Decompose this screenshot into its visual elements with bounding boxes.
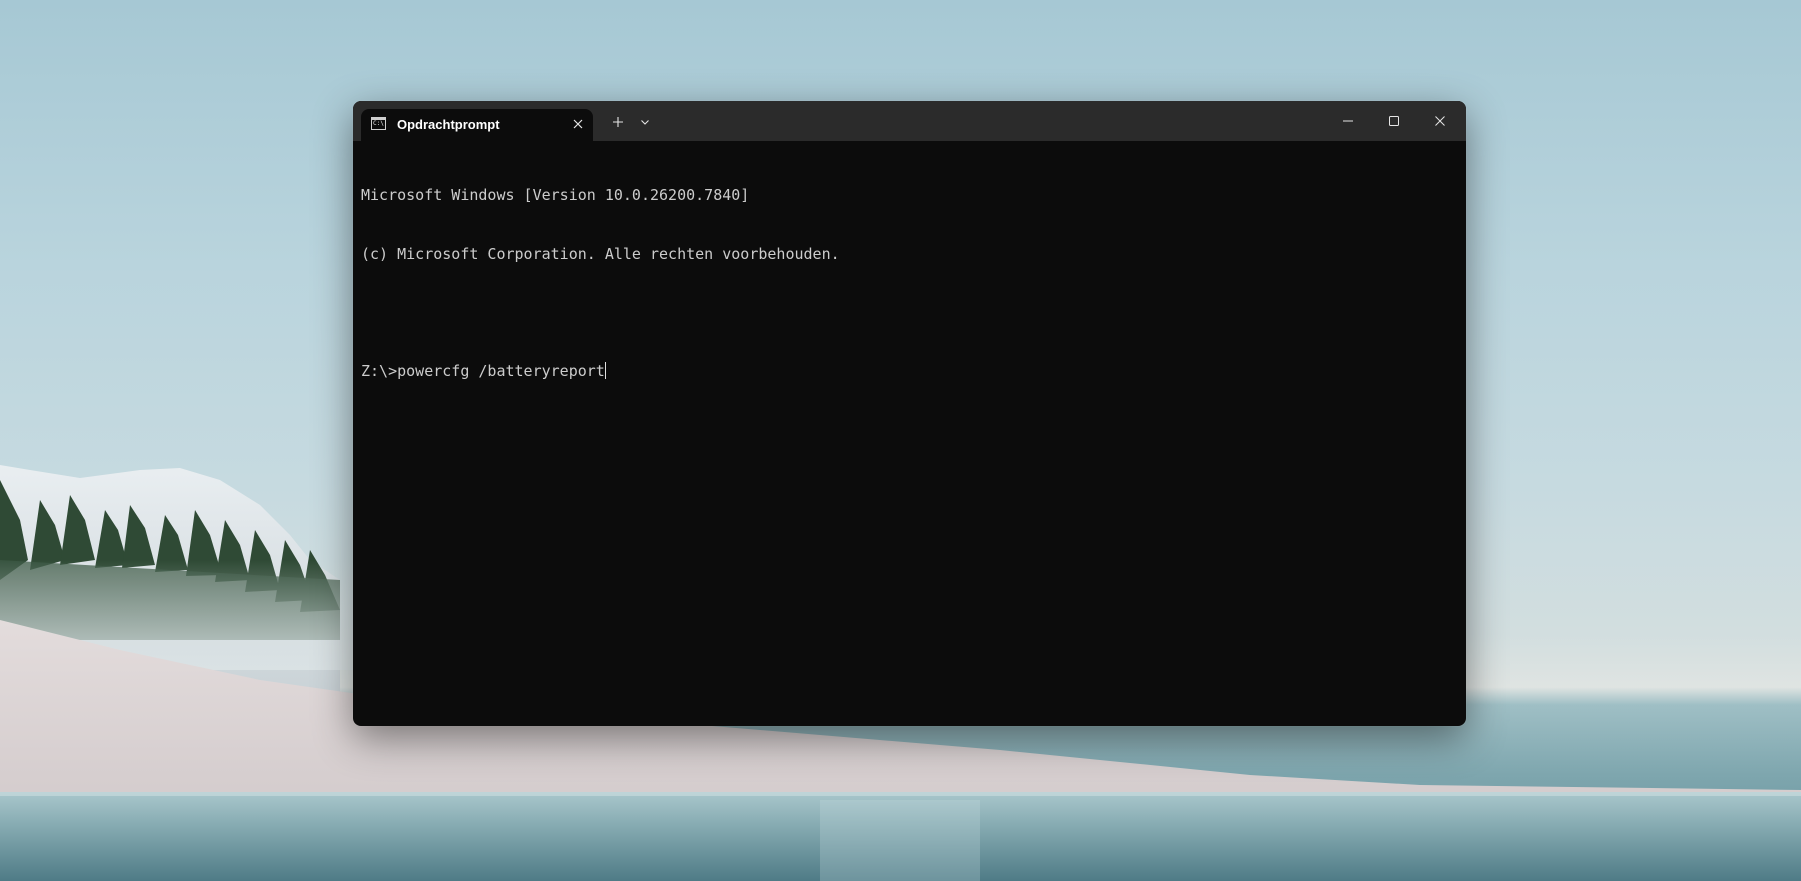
text-cursor xyxy=(604,361,606,379)
chevron-down-icon[interactable] xyxy=(634,109,656,135)
terminal-command[interactable]: Z:\>powercfg /batteryreport xyxy=(361,362,605,380)
cmd-icon-text: C:\ xyxy=(373,120,384,127)
terminal-line-version: Microsoft Windows [Version 10.0.26200.78… xyxy=(361,186,750,204)
terminal-line-copyright: (c) Microsoft Corporation. Alle rechten … xyxy=(361,244,840,263)
close-tab-icon[interactable] xyxy=(571,117,585,131)
tab-title: Opdrachtprompt xyxy=(397,117,500,132)
terminal-prompt-line[interactable]: Z:\>powercfg /batteryreport xyxy=(361,361,1458,382)
plus-icon[interactable] xyxy=(605,109,631,135)
maximize-icon[interactable] xyxy=(1371,101,1417,141)
title-bar[interactable]: C:\ Opdrachtprompt xyxy=(353,101,1466,141)
terminal-output[interactable]: Microsoft Windows [Version 10.0.26200.78… xyxy=(361,147,1458,718)
cmd-icon: C:\ xyxy=(371,117,386,130)
terminal-window: C:\ Opdrachtprompt Microsoft Windows [Ve… xyxy=(353,101,1466,726)
close-icon[interactable] xyxy=(1417,101,1463,141)
tab-opdrachtprompt[interactable]: C:\ Opdrachtprompt xyxy=(361,109,593,141)
minimize-icon[interactable] xyxy=(1325,101,1371,141)
